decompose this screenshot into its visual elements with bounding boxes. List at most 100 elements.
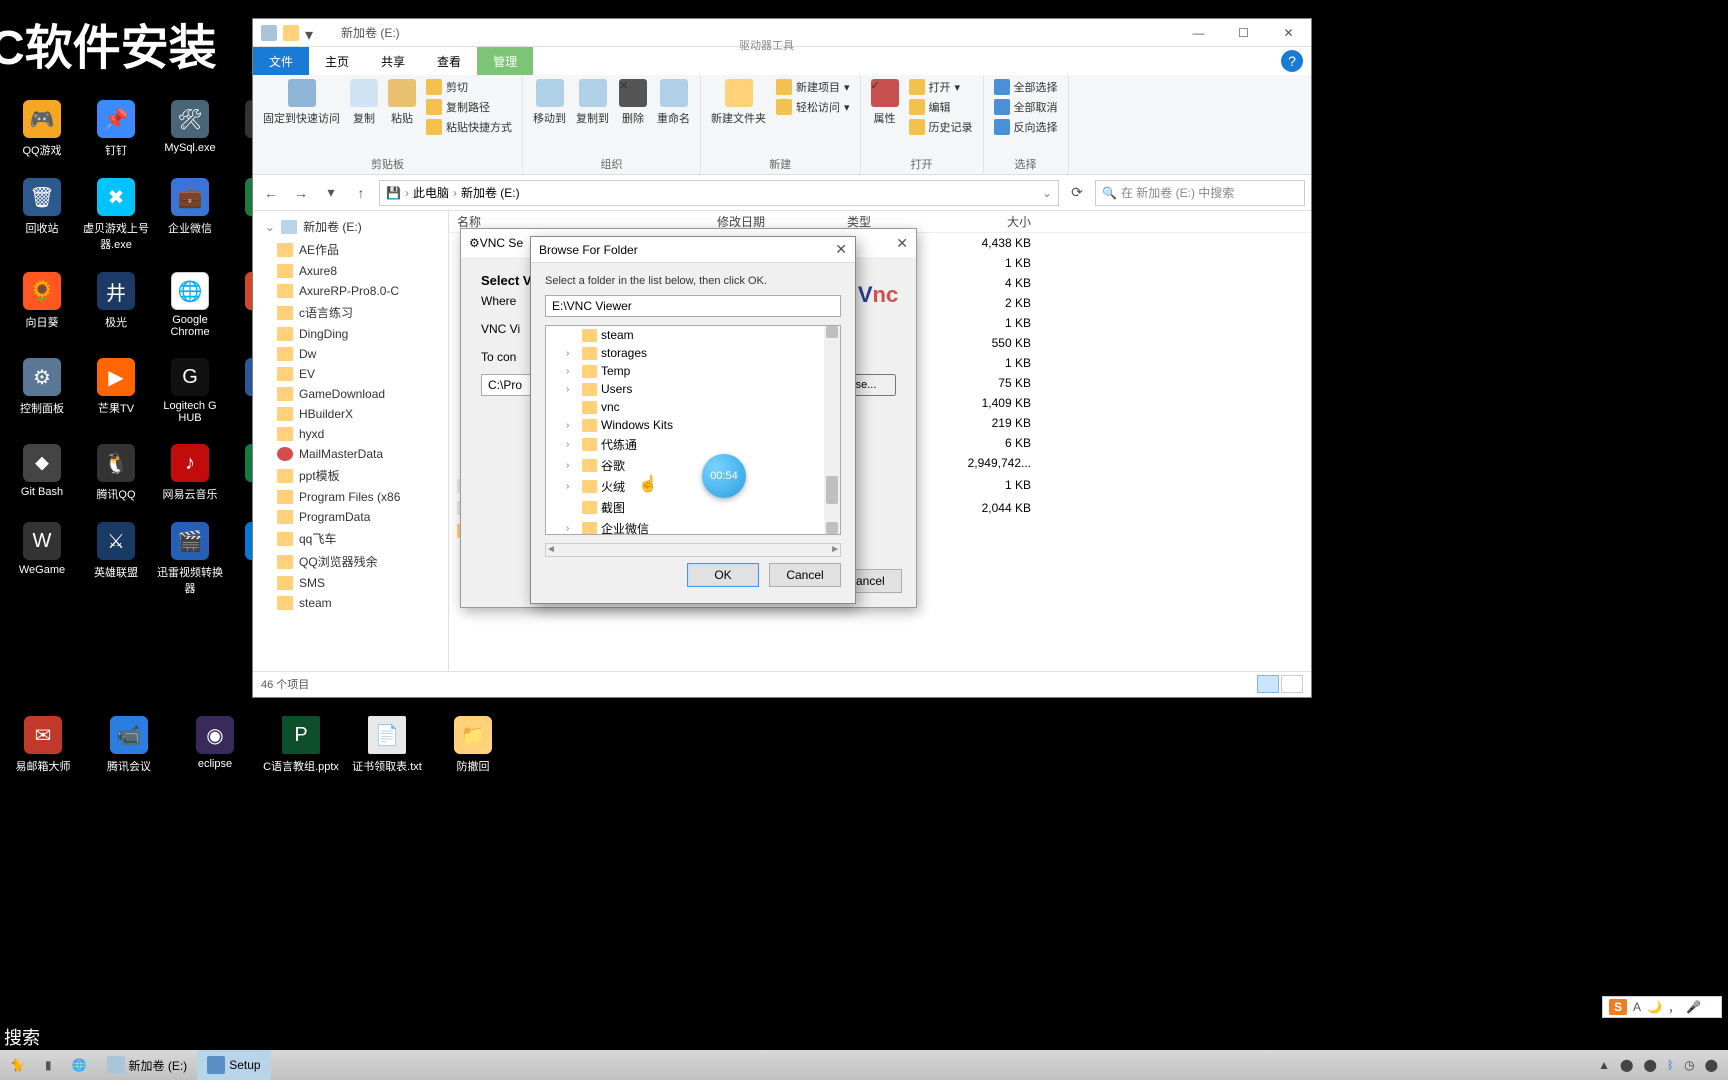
desktop-icon[interactable]: ◉eclipse (172, 716, 258, 774)
expand-icon[interactable]: › (566, 384, 578, 395)
pin-button[interactable]: 固定到快速访问 (263, 79, 340, 126)
desktop-icon[interactable]: ▶芒果TV (79, 358, 153, 424)
desktop-icon[interactable]: ⚙控制面板 (5, 358, 79, 424)
tab-share[interactable]: 共享 (365, 47, 421, 75)
desktop-icon[interactable]: ✖虚贝游戏上号器.exe (79, 178, 153, 252)
forward-button[interactable]: → (289, 181, 313, 205)
expand-icon[interactable]: › (566, 481, 578, 492)
moveto-button[interactable]: 移动到 (533, 79, 566, 126)
nav-folder[interactable]: HBuilderX (253, 404, 448, 424)
folder-tree[interactable]: steam›storages›Temp›Usersvnc›Windows Kit… (545, 325, 841, 535)
tray-icon[interactable]: ⬤ (1705, 1058, 1718, 1072)
expand-icon[interactable]: › (566, 348, 578, 359)
maximize-button[interactable]: ☐ (1221, 19, 1266, 47)
copyto-button[interactable]: 复制到 (576, 79, 609, 126)
folder-icon[interactable] (283, 25, 299, 41)
ime-comma-icon[interactable]: ， (1668, 999, 1680, 1016)
cut-button[interactable]: 剪切 (426, 79, 512, 95)
desktop-icon[interactable]: 🗑回收站 (5, 178, 79, 252)
desktop-icon[interactable]: ♪网易云音乐 (153, 444, 227, 502)
nav-folder[interactable]: Dw (253, 344, 448, 364)
tab-view[interactable]: 查看 (421, 47, 477, 75)
navigation-pane[interactable]: ⌄新加卷 (E:) AE作品Axure8AxureRP-Pro8.0-Cc语言练… (253, 211, 449, 671)
scroll-up[interactable] (826, 326, 838, 338)
newitem-button[interactable]: 新建项目▾ (776, 79, 850, 95)
breadcrumb-drive[interactable]: 新加卷 (E:) (461, 184, 520, 201)
close-button[interactable]: ✕ (835, 241, 847, 258)
desktop-icon[interactable]: 📌钉钉 (79, 100, 153, 158)
expand-icon[interactable]: › (566, 366, 578, 377)
taskbar-explorer[interactable]: 新加卷 (E:) (97, 1050, 198, 1080)
edit-button[interactable]: 编辑 (909, 99, 973, 115)
refresh-button[interactable]: ⟳ (1065, 181, 1089, 205)
view-details-button[interactable] (1257, 675, 1279, 693)
tray-icon[interactable]: ⬤ (1643, 1058, 1656, 1072)
desktop-icon[interactable]: 🎬迅雷视频转换器 (153, 522, 227, 596)
tray-icon[interactable]: ▲ (1598, 1058, 1610, 1072)
copy-button[interactable]: 复制 (350, 79, 378, 126)
nav-folder[interactable]: c语言练习 (253, 301, 448, 324)
desktop-icon[interactable]: 🌐Google Chrome (153, 272, 227, 338)
tree-folder[interactable]: ›谷歌 (546, 455, 840, 476)
taskbar-unknown[interactable]: ▮ (35, 1050, 62, 1080)
tree-folder[interactable]: ›Windows Kits (546, 416, 840, 434)
desktop-icon[interactable]: 📹腾讯会议 (86, 716, 172, 774)
nav-folder[interactable]: qq飞车 (253, 527, 448, 550)
desktop-icon[interactable]: GLogitech G HUB (153, 358, 227, 424)
close-button[interactable]: ✕ (1266, 19, 1311, 47)
expand-icon[interactable]: › (566, 523, 578, 534)
copypath-button[interactable]: 复制路径 (426, 99, 512, 115)
tray-icon[interactable]: ⬤ (1620, 1058, 1633, 1072)
nav-folder[interactable]: DingDing (253, 324, 448, 344)
pasteshortcut-button[interactable]: 粘贴快捷方式 (426, 119, 512, 135)
minimize-button[interactable]: — (1176, 19, 1221, 47)
history-button[interactable]: 历史记录 (909, 119, 973, 135)
delete-button[interactable]: ✕删除 (619, 79, 647, 126)
ok-button[interactable]: OK (687, 563, 759, 587)
folder-path-input[interactable] (545, 295, 841, 317)
selectnone-button[interactable]: 全部取消 (994, 99, 1058, 115)
desktop-icon[interactable]: WWeGame (5, 522, 79, 596)
desktop-icon[interactable]: 📁防撤回 (430, 716, 516, 774)
properties-button[interactable]: ✓属性 (871, 79, 899, 126)
taskbar-chrome[interactable]: 🌐 (62, 1050, 97, 1080)
nav-folder[interactable]: ProgramData (253, 507, 448, 527)
tree-folder[interactable]: ›Users (546, 380, 840, 398)
desktop-icon[interactable]: 💼企业微信 (153, 178, 227, 252)
breadcrumb[interactable]: 💾 › 此电脑 › 新加卷 (E:) ⌄ (379, 180, 1059, 206)
tab-home[interactable]: 主页 (309, 47, 365, 75)
back-button[interactable]: ← (259, 181, 283, 205)
paste-button[interactable]: 粘贴 (388, 79, 416, 126)
selectall-button[interactable]: 全部选择 (994, 79, 1058, 95)
search-input[interactable]: 🔍 在 新加卷 (E:) 中搜索 (1095, 180, 1305, 206)
desktop-icon[interactable]: ⬥Git Bash (5, 444, 79, 502)
taskbar-cat[interactable]: 🐈 (0, 1050, 35, 1080)
desktop-icon[interactable]: ⚔英雄联盟 (79, 522, 153, 596)
ime-a[interactable]: A (1633, 1000, 1641, 1014)
expand-icon[interactable]: › (566, 439, 578, 450)
tree-folder[interactable]: ›代练通 (546, 434, 840, 455)
nav-folder[interactable]: EV (253, 364, 448, 384)
up-button[interactable]: ↑ (349, 181, 373, 205)
desktop-icon[interactable]: 井极光 (79, 272, 153, 338)
rename-button[interactable]: 重命名 (657, 79, 690, 126)
ime-bar[interactable]: S A 🌙 ， 🎤 (1602, 996, 1722, 1018)
nav-folder[interactable]: AE作品 (253, 238, 448, 261)
expand-icon[interactable]: › (566, 420, 578, 431)
history-dropdown[interactable]: ▾ (319, 181, 343, 205)
help-button[interactable]: ? (1281, 50, 1303, 72)
desktop-icon[interactable]: ✉易邮箱大师 (0, 716, 86, 774)
taskbar-setup[interactable]: Setup (197, 1050, 270, 1080)
tree-folder[interactable]: ›火绒 (546, 476, 840, 497)
desktop-icon[interactable]: PC语言教组.pptx (258, 716, 344, 774)
tree-folder[interactable]: vnc (546, 398, 840, 416)
ime-s[interactable]: S (1609, 999, 1627, 1015)
tree-folder[interactable]: ›storages (546, 344, 840, 362)
tree-folder[interactable]: 截图 (546, 497, 840, 518)
qat-dropdown-icon[interactable]: ▾ (305, 25, 321, 41)
tree-folder[interactable]: steam (546, 326, 840, 344)
system-tray[interactable]: ▲ ⬤ ⬤ ᛒ ◷ ⬤ (1598, 1058, 1728, 1072)
nav-folder[interactable]: AxureRP-Pro8.0-C (253, 281, 448, 301)
nav-drive[interactable]: ⌄新加卷 (E:) (253, 215, 448, 238)
view-icons-button[interactable] (1281, 675, 1303, 693)
